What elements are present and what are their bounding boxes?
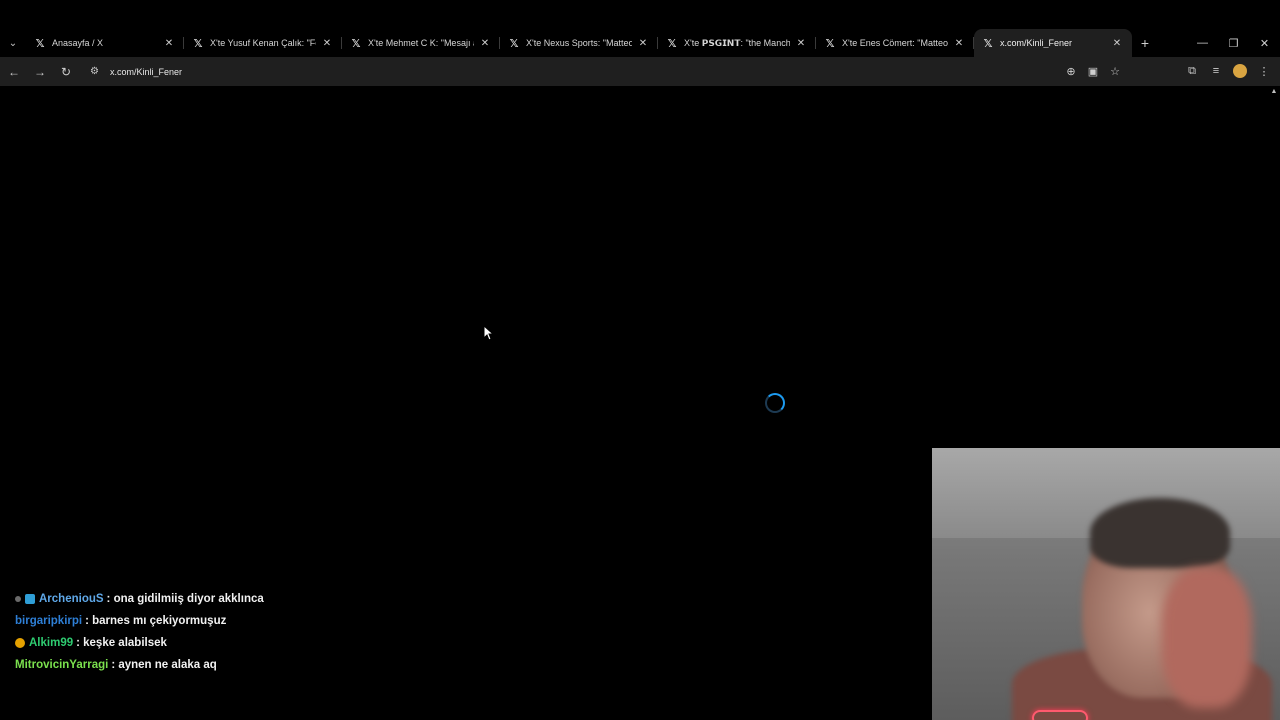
chat-message: ArcheniouS : ona gidilmiiş diyor akklınc… — [15, 588, 415, 610]
close-icon[interactable]: ✕ — [794, 38, 808, 49]
close-icon[interactable]: ✕ — [162, 38, 176, 49]
tab-title: X'te 𝗣𝗦𝗚𝗜𝗡𝗧: "the Manchester — [684, 37, 790, 48]
browser-toolbar: ← → ↻ ⚙ x.com/Kinli_Fener ⊕ ▣ ☆ ⧉ ≡ ⋮ — [0, 57, 1280, 86]
tab-6-active[interactable]: 𝕏 x.com/Kinli_Fener ✕ — [974, 29, 1132, 57]
stream-chat-overlay: ArcheniouS : ona gidilmiiş diyor akklınc… — [15, 588, 415, 676]
tab-2[interactable]: 𝕏 X'te Mehmet C K: "Mesajı alman ✕ — [342, 29, 500, 57]
tab-title: x.com/Kinli_Fener — [1000, 38, 1073, 48]
browser-tab-strip: ⌄ 𝕏 Anasayfa / X ✕ 𝕏 X'te Yusuf Kenan Ça… — [0, 0, 1280, 58]
tab-title: X'te Nexus Sports: "Matteo Gue — [526, 38, 632, 48]
chat-username: MitrovicinYarragi — [15, 659, 109, 671]
site-settings-icon[interactable]: ⚙ — [90, 66, 104, 77]
close-icon[interactable]: ✕ — [952, 38, 966, 49]
url-text[interactable]: x.com/Kinli_Fener — [110, 67, 182, 77]
chat-badge-icon — [15, 596, 21, 602]
new-tab-button[interactable]: + — [1132, 35, 1158, 51]
tab-search-icon[interactable]: ⌄ — [0, 29, 26, 57]
window-controls: — ❐ ✕ — [1187, 29, 1280, 57]
x-logo-icon: 𝕏 — [825, 36, 835, 50]
bookmark-star-icon[interactable]: ☆ — [1104, 60, 1126, 82]
tab-4[interactable]: 𝕏 X'te 𝗣𝗦𝗚𝗜𝗡𝗧: "the Manchester ✕ — [658, 29, 816, 57]
close-icon[interactable]: ✕ — [636, 38, 650, 49]
x-logo-icon: 𝕏 — [509, 36, 519, 50]
tabs-row: ⌄ 𝕏 Anasayfa / X ✕ 𝕏 X'te Yusuf Kenan Ça… — [0, 29, 1280, 57]
omnibox-actions: ⊕ ▣ ☆ — [1060, 60, 1126, 82]
chat-username: Alkim99 — [29, 637, 74, 649]
chat-text: : barnes mı çekiyormuşuz — [85, 615, 227, 627]
close-icon[interactable]: ✕ — [1110, 38, 1124, 49]
x-logo-icon: 𝕏 — [351, 36, 361, 50]
chat-message: MitrovicinYarragi : aynen ne alaka aq — [15, 654, 415, 676]
chat-message: Alkim99 : keşke alabilsek — [15, 632, 415, 654]
chat-text: : keşke alabilsek — [76, 637, 167, 649]
menu-kebab-icon[interactable]: ⋮ — [1252, 60, 1276, 82]
close-window-icon[interactable]: ✕ — [1249, 29, 1280, 57]
webcam-person-hair — [1090, 498, 1230, 568]
webcam-person-hand — [1162, 568, 1252, 708]
tab-title: X'te Mehmet C K: "Mesajı alman — [368, 38, 474, 48]
webcam-neon-light — [1032, 710, 1088, 720]
tab-1[interactable]: 𝕏 X'te Yusuf Kenan Çalık: "Fenerb ✕ — [184, 29, 342, 57]
zoom-icon[interactable]: ⊕ — [1060, 60, 1082, 82]
tab-title: X'te Enes Cömert: "Matteo Gue — [842, 38, 948, 48]
chat-text: : aynen ne alaka aq — [111, 659, 217, 671]
restore-icon[interactable]: ❐ — [1218, 29, 1249, 57]
webcam-overlay — [932, 448, 1280, 720]
extensions-icon[interactable]: ⧉ — [1180, 60, 1204, 82]
tab-title: Anasayfa / X — [52, 38, 104, 48]
chat-message: birgaripkirpi : barnes mı çekiyormuşuz — [15, 610, 415, 632]
x-logo-icon: 𝕏 — [667, 36, 677, 50]
profile-avatar[interactable] — [1233, 64, 1247, 78]
tab-title: X'te Yusuf Kenan Çalık: "Fenerb — [210, 38, 316, 48]
x-logo-icon: 𝕏 — [35, 36, 45, 50]
chat-text: : ona gidilmiiş diyor akklınca — [106, 593, 264, 605]
close-icon[interactable]: ✕ — [320, 38, 334, 49]
chat-username: ArcheniouS — [39, 593, 104, 605]
minimize-icon[interactable]: — — [1187, 29, 1218, 57]
chat-badge-icon — [15, 638, 25, 648]
chat-badge-icon — [25, 594, 35, 604]
scroll-up-icon[interactable]: ▲ — [1268, 88, 1280, 95]
forward-icon[interactable]: → — [28, 60, 52, 84]
tab-0[interactable]: 𝕏 Anasayfa / X ✕ — [26, 29, 184, 57]
close-icon[interactable]: ✕ — [478, 38, 492, 49]
chat-username: birgaripkirpi — [15, 615, 83, 627]
tab-5[interactable]: 𝕏 X'te Enes Cömert: "Matteo Gue ✕ — [816, 29, 974, 57]
install-app-icon[interactable]: ▣ — [1082, 60, 1104, 82]
back-icon[interactable]: ← — [2, 60, 26, 84]
media-control-icon[interactable]: ≡ — [1204, 60, 1228, 82]
tab-3[interactable]: 𝕏 X'te Nexus Sports: "Matteo Gue ✕ — [500, 29, 658, 57]
reload-icon[interactable]: ↻ — [54, 60, 78, 84]
address-bar[interactable]: ⚙ x.com/Kinli_Fener — [82, 61, 1092, 83]
x-logo-icon: 𝕏 — [193, 36, 203, 50]
toolbar-right-actions: ⧉ ≡ ⋮ — [1180, 60, 1276, 82]
x-logo-icon: 𝕏 — [983, 36, 993, 50]
loading-spinner-icon — [765, 393, 785, 413]
